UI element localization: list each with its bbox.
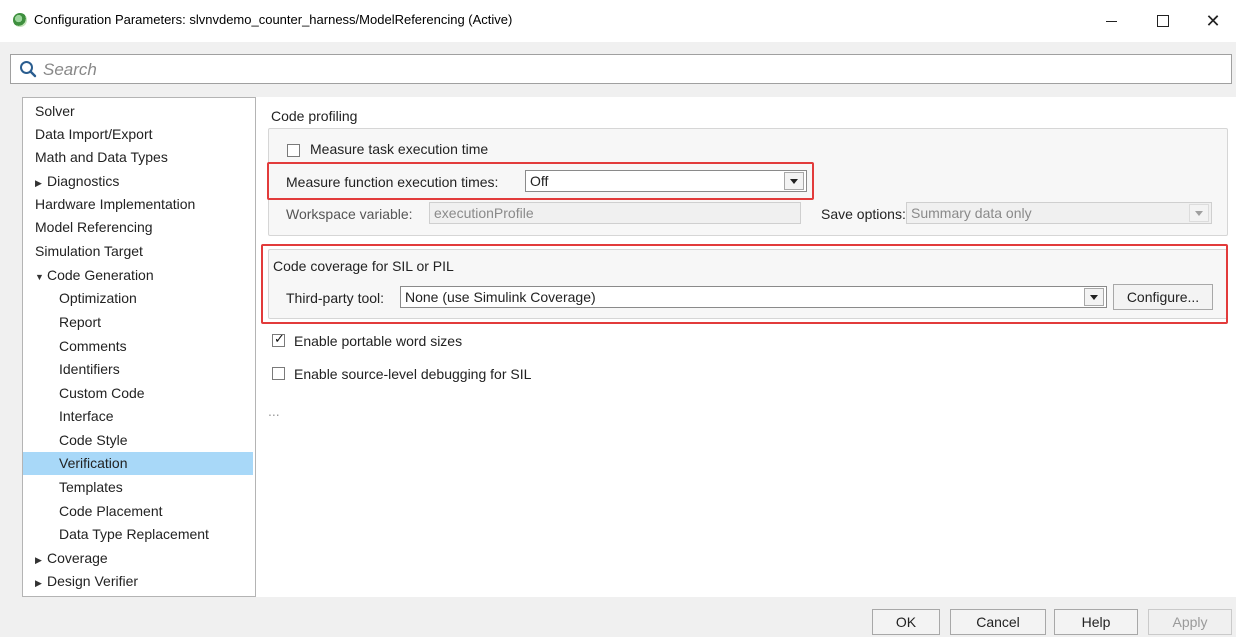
chevron-down-icon <box>1195 210 1203 216</box>
tree-item-coverage[interactable]: ▶ Coverage <box>35 547 108 570</box>
workspace-variable-value: executionProfile <box>434 205 534 221</box>
chevron-down-icon[interactable]: ▼ <box>35 266 47 289</box>
more-options-ellipsis: ... <box>268 403 280 419</box>
title-bar: Configuration Parameters: slvnvdemo_coun… <box>0 0 1236 42</box>
tree-item-code-generation[interactable]: ▼ Code Generation <box>35 264 154 287</box>
apply-button: Apply <box>1148 609 1232 635</box>
tree-item-verification[interactable]: Verification <box>23 452 253 475</box>
minimize-icon <box>1105 20 1117 22</box>
chevron-right-icon[interactable]: ▶ <box>35 172 47 195</box>
workspace-variable-field: executionProfile <box>429 202 801 224</box>
highlight-measure-function <box>267 162 814 200</box>
tree-item-templates[interactable]: Templates <box>59 476 123 499</box>
tree-item-custom-code[interactable]: Custom Code <box>59 382 145 405</box>
tree-item-solver[interactable]: Solver <box>35 100 75 123</box>
code-profiling-title: Code profiling <box>271 108 358 124</box>
save-options-dropdown: Summary data only <box>906 202 1212 224</box>
minimize-button[interactable] <box>1088 0 1134 42</box>
ok-button[interactable]: OK <box>872 609 940 635</box>
tree-item-hardware-implementation[interactable]: Hardware Implementation <box>35 193 195 216</box>
search-bar <box>10 54 1232 84</box>
window-title: Configuration Parameters: slvnvdemo_coun… <box>34 12 513 27</box>
search-icon <box>20 61 37 78</box>
help-button[interactable]: Help <box>1054 609 1138 635</box>
tree-item-data-type-replacement[interactable]: Data Type Replacement <box>59 523 209 546</box>
tree-item-report[interactable]: Report <box>59 311 101 334</box>
app-icon <box>13 13 27 27</box>
tree-item-math-data-types[interactable]: Math and Data Types <box>35 146 168 169</box>
category-tree: Solver Data Import/Export Math and Data … <box>22 97 256 597</box>
dropdown-button <box>1189 204 1209 222</box>
tree-item-comments[interactable]: Comments <box>59 335 127 358</box>
check-icon: ✓ <box>274 331 285 346</box>
source-debug-checkbox[interactable] <box>272 367 285 380</box>
cancel-button[interactable]: Cancel <box>950 609 1046 635</box>
portable-word-label: Enable portable word sizes <box>294 333 463 349</box>
chevron-right-icon[interactable]: ▶ <box>35 572 47 595</box>
verification-pane: Code profiling Measure task execution ti… <box>256 97 1236 597</box>
workspace-variable-label: Workspace variable: <box>286 206 413 222</box>
measure-task-checkbox[interactable] <box>287 144 300 157</box>
highlight-code-coverage <box>261 244 1228 324</box>
tree-item-simulation-target[interactable]: Simulation Target <box>35 240 143 263</box>
tree-item-code-placement[interactable]: Code Placement <box>59 500 163 523</box>
maximize-icon <box>1157 15 1169 27</box>
tree-item-code-style[interactable]: Code Style <box>59 429 127 452</box>
tree-item-diagnostics[interactable]: ▶ Diagnostics <box>35 170 119 193</box>
tree-item-interface[interactable]: Interface <box>59 405 113 428</box>
source-debug-label: Enable source-level debugging for SIL <box>294 366 532 382</box>
maximize-button[interactable] <box>1140 0 1186 42</box>
save-options-label: Save options: <box>821 206 906 222</box>
tree-item-data-import-export[interactable]: Data Import/Export <box>35 123 153 146</box>
measure-task-label: Measure task execution time <box>310 141 489 157</box>
save-options-value: Summary data only <box>911 205 1032 221</box>
tree-item-model-referencing[interactable]: Model Referencing <box>35 216 153 239</box>
tree-item-design-verifier[interactable]: ▶ Design Verifier <box>35 570 138 593</box>
portable-word-checkbox[interactable]: ✓ <box>272 331 285 347</box>
close-icon: ✕ <box>1205 10 1221 31</box>
chevron-right-icon[interactable]: ▶ <box>35 549 47 572</box>
close-button[interactable]: ✕ <box>1190 0 1236 42</box>
tree-item-optimization[interactable]: Optimization <box>59 287 137 310</box>
tree-item-identifiers[interactable]: Identifiers <box>59 358 120 381</box>
search-input[interactable] <box>41 57 1225 83</box>
